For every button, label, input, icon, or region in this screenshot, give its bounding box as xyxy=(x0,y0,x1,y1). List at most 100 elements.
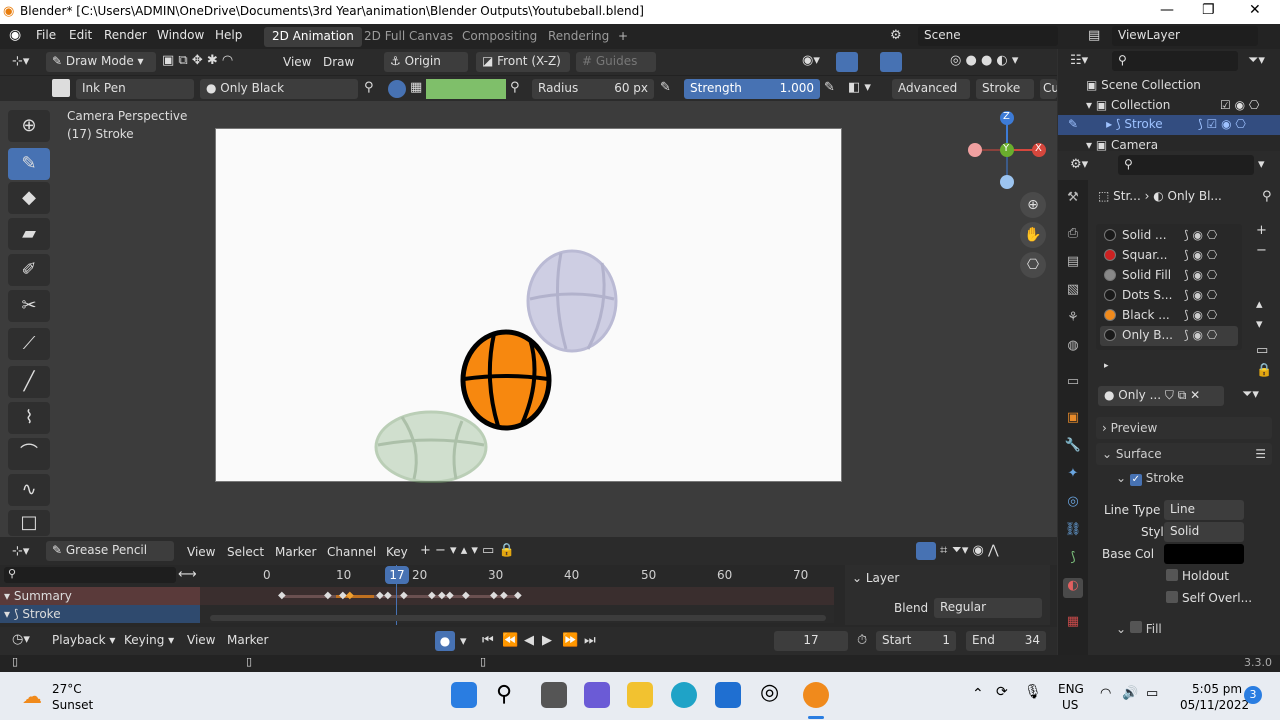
blender-taskbar-icon[interactable] xyxy=(803,682,829,708)
ms-store-icon[interactable] xyxy=(715,682,741,708)
dope-channel-menu[interactable]: Channel xyxy=(327,545,376,559)
world-tab-icon[interactable]: ◍ xyxy=(1063,338,1083,358)
brush-field[interactable]: Ink Pen xyxy=(76,79,194,99)
add-workspace-button[interactable]: + xyxy=(610,27,636,47)
zoom-icon[interactable]: ⊕ xyxy=(1020,192,1046,218)
region-label[interactable]: US xyxy=(1062,698,1078,712)
play-icon[interactable]: ▶ xyxy=(542,633,552,648)
strength-field[interactable]: Strength 1.000 xyxy=(684,79,820,99)
effects-tab-icon[interactable]: ✦ xyxy=(1063,466,1083,486)
weather-icon[interactable]: ☁ xyxy=(22,684,42,708)
keyframe-diamond[interactable]: ◆ xyxy=(462,590,470,601)
view-menu[interactable]: View xyxy=(283,55,311,69)
keyframe-diamond[interactable]: ◆ xyxy=(376,590,384,601)
slot-visibility-icons[interactable]: ⟆ ◉ ⎔ xyxy=(1184,228,1217,242)
fill-checkbox[interactable] xyxy=(1129,621,1142,633)
start-frame-field[interactable]: Start 1 xyxy=(876,631,956,651)
horizontal-scrollbar[interactable] xyxy=(210,615,826,621)
record-options-icon[interactable]: ▾ xyxy=(460,634,467,649)
weather-desc[interactable]: Sunset xyxy=(52,698,93,712)
tab-2d-animation[interactable]: 2D Animation xyxy=(264,27,362,47)
keyframe-diamond[interactable]: ◆ xyxy=(490,590,498,601)
menu-render[interactable]: Render xyxy=(104,28,147,42)
object-tab-icon[interactable]: ▣ xyxy=(1063,410,1083,430)
pin2-icon[interactable]: ⚲ xyxy=(510,80,520,95)
outliner-type-icon[interactable]: ☷▾ xyxy=(1070,53,1088,68)
material-slot-field[interactable]: ● Only ... ⛉ ⧉ ✕ xyxy=(1098,386,1224,406)
channel-stroke[interactable]: ▾ ⟆ Stroke xyxy=(0,605,200,623)
tab-compositing[interactable]: Compositing xyxy=(454,27,545,47)
viewlayer-icon[interactable]: ▤ xyxy=(1088,28,1100,43)
stroke-subpanel[interactable]: ⌄ ✓ Stroke xyxy=(1116,471,1184,491)
slot-visibility-icons[interactable]: ⟆ ◉ ⎔ xyxy=(1184,308,1217,322)
dope-view-menu[interactable]: View xyxy=(187,545,215,559)
teams-chat-icon[interactable] xyxy=(584,682,610,708)
prev-keyframe-icon[interactable]: ⏪ xyxy=(502,633,518,648)
menu-window[interactable]: Window xyxy=(157,28,204,42)
dopesheet-mode-dropdown[interactable]: ✎ Grease Pencil xyxy=(46,541,174,561)
projection-dropdown[interactable]: ◪ Front (X-Z) xyxy=(476,52,570,72)
keyframe-diamond[interactable]: ◆ xyxy=(438,590,446,601)
slot-visibility-icons[interactable]: ⟆ ◉ ⎔ xyxy=(1184,328,1217,342)
scene-icon[interactable]: ⚙ xyxy=(890,28,902,43)
keyframe-diamond[interactable]: ◆ xyxy=(446,590,454,601)
cursor-tool-icon[interactable]: ⊕ xyxy=(8,110,50,142)
base-color-swatch[interactable] xyxy=(1164,544,1244,564)
fill-tool-icon[interactable]: ◆ xyxy=(8,182,50,214)
advanced-dropdown[interactable]: Advanced xyxy=(892,79,970,99)
minimize-button[interactable]: — xyxy=(1160,2,1174,18)
task-view-icon[interactable] xyxy=(541,682,567,708)
slot-link-icon[interactable]: ⏷▾ xyxy=(1242,387,1259,402)
keyframe-diamond[interactable]: ◆ xyxy=(278,590,286,601)
edge-browser-icon[interactable] xyxy=(671,682,697,708)
curve-tool-icon[interactable]: ∿ xyxy=(8,474,50,506)
only-selected-toggle[interactable] xyxy=(916,542,936,560)
pin-icon[interactable]: ⚲ xyxy=(1262,189,1272,204)
output-tab-icon[interactable]: ▤ xyxy=(1063,254,1083,274)
keyframe-diamond[interactable]: ◆ xyxy=(384,590,392,601)
modifier-tab-icon[interactable]: 🔧 xyxy=(1063,438,1083,458)
erase-tool-icon[interactable]: ▰ xyxy=(8,218,50,250)
material-slot-row[interactable]: Black ... ⟆ ◉ ⎔ xyxy=(1100,306,1238,326)
volume-icon[interactable]: 🔊 xyxy=(1122,686,1138,701)
color-swatch[interactable] xyxy=(426,79,506,99)
slot-visibility-icons[interactable]: ⟆ ◉ ⎔ xyxy=(1184,268,1217,282)
clock-time[interactable]: 5:05 pm xyxy=(1192,682,1242,696)
material-slot-row[interactable]: Squar... ⟆ ◉ ⎔ xyxy=(1100,246,1238,266)
holdout-checkbox[interactable] xyxy=(1166,569,1178,581)
vertex-color-icon[interactable] xyxy=(388,80,406,98)
obs-icon[interactable]: ◎ xyxy=(760,680,779,705)
scene-field[interactable]: Scene xyxy=(918,26,1058,46)
microphone-icon[interactable]: 🎙 xyxy=(1024,684,1042,700)
clock-date[interactable]: 05/11/2022 xyxy=(1180,698,1249,712)
pin-icon[interactable]: ⚲ xyxy=(364,80,374,95)
visibility-eye-icon[interactable]: ◉▾ xyxy=(802,53,820,68)
row-visibility-icons[interactable]: ⟆ ☑ ◉ ⎔ xyxy=(1198,117,1246,131)
monitor-icon[interactable]: ▭ xyxy=(1256,343,1268,358)
draw-menu[interactable]: Draw xyxy=(323,55,354,69)
menu-edit[interactable]: Edit xyxy=(69,28,92,42)
cut-dropdown[interactable]: Cu xyxy=(1040,79,1057,99)
keyframe-diamond[interactable]: ◆ xyxy=(324,590,332,601)
gizmo-toggle[interactable] xyxy=(836,52,858,72)
viewlayer-field[interactable]: ViewLayer xyxy=(1112,26,1258,46)
pan-hand-icon[interactable]: ✋ xyxy=(1020,222,1046,248)
line-tool-icon[interactable]: ╱ xyxy=(8,366,50,398)
editor-type-icon[interactable]: ⊹▾ xyxy=(12,544,29,559)
keying-menu[interactable]: Keying ▾ xyxy=(124,633,174,647)
record-button[interactable]: ● xyxy=(435,631,455,651)
remove-slot-icon[interactable]: − xyxy=(1256,243,1267,258)
filter-icon[interactable]: ⏷▾ xyxy=(1248,53,1265,68)
material-slot-row[interactable]: Only B... ⟆ ◉ ⎔ xyxy=(1100,326,1238,346)
keyframe-diamond[interactable]: ◆ xyxy=(400,590,408,601)
box-tool-icon[interactable]: □ xyxy=(8,510,50,536)
pressure-radius-icon[interactable]: ✎ xyxy=(660,80,671,95)
end-frame-field[interactable]: End 34 xyxy=(966,631,1046,651)
color-mode-icon[interactable]: ▦ xyxy=(410,80,422,95)
blender-menu-icon[interactable]: ◉ xyxy=(9,27,21,43)
keyframe-diamond-selected[interactable]: ◆ xyxy=(346,590,354,601)
properties-search[interactable]: ⚲ xyxy=(1118,155,1254,175)
physics-tab-icon[interactable]: ◎ xyxy=(1063,494,1083,514)
properties-options-icon[interactable]: ▾ xyxy=(1258,157,1265,172)
camera-canvas[interactable] xyxy=(215,128,842,484)
